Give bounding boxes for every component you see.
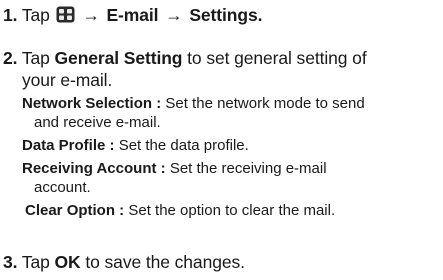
step-1-settings: Settings. [189,5,263,25]
step-1-number: 1. [3,5,18,25]
option-data-profile-label: Data Profile : [22,137,115,154]
step-3-number: 3. [3,252,18,272]
option-network-selection: Network Selection : Set the network mode… [22,94,365,113]
option-clear: Clear Option : Set the option to clear t… [25,201,335,220]
option-network-desc: Set the network mode to send [165,95,365,112]
step-2-continued: your e-mail. [22,70,113,90]
option-receiving-account: Receiving Account : Set the receiving e-… [22,159,327,178]
step-2: 2. Tap General Setting to set general se… [3,47,367,69]
step-1-email: E-mail [106,5,159,25]
arrow-2: → [165,5,183,25]
step-2-number: 2. [3,48,18,68]
option-network-label: Network Selection : [22,95,162,112]
step-1: 1. Tap → E-mail → Settings. [3,4,262,26]
step-2-general-setting: General Setting [54,48,183,68]
option-data-profile: Data Profile : Set the data profile. [22,136,249,155]
arrow-1: → [82,5,100,25]
option-receiving-label: Receiving Account : [22,160,166,177]
step-2-tap: Tap [21,48,50,68]
option-clear-desc: Set the option to clear the mail. [128,202,336,219]
option-clear-label: Clear Option : [25,202,125,219]
step-3-tap: Tap [21,252,50,272]
step-3-text: to save the changes. [85,252,245,272]
option-receiving-desc-continued: account. [34,179,91,196]
option-network-desc-continued: and receive e-mail. [34,114,161,131]
step-2-text: to set general setting of [187,48,367,68]
option-data-profile-desc: Set the data profile. [118,137,249,154]
apps-grid-icon [56,6,75,23]
step-1-tap: Tap [21,5,50,25]
step-3: 3. Tap OK to save the changes. [3,251,245,273]
step-3-ok: OK [54,252,81,272]
option-receiving-desc: Set the receiving e-mail [169,160,327,177]
